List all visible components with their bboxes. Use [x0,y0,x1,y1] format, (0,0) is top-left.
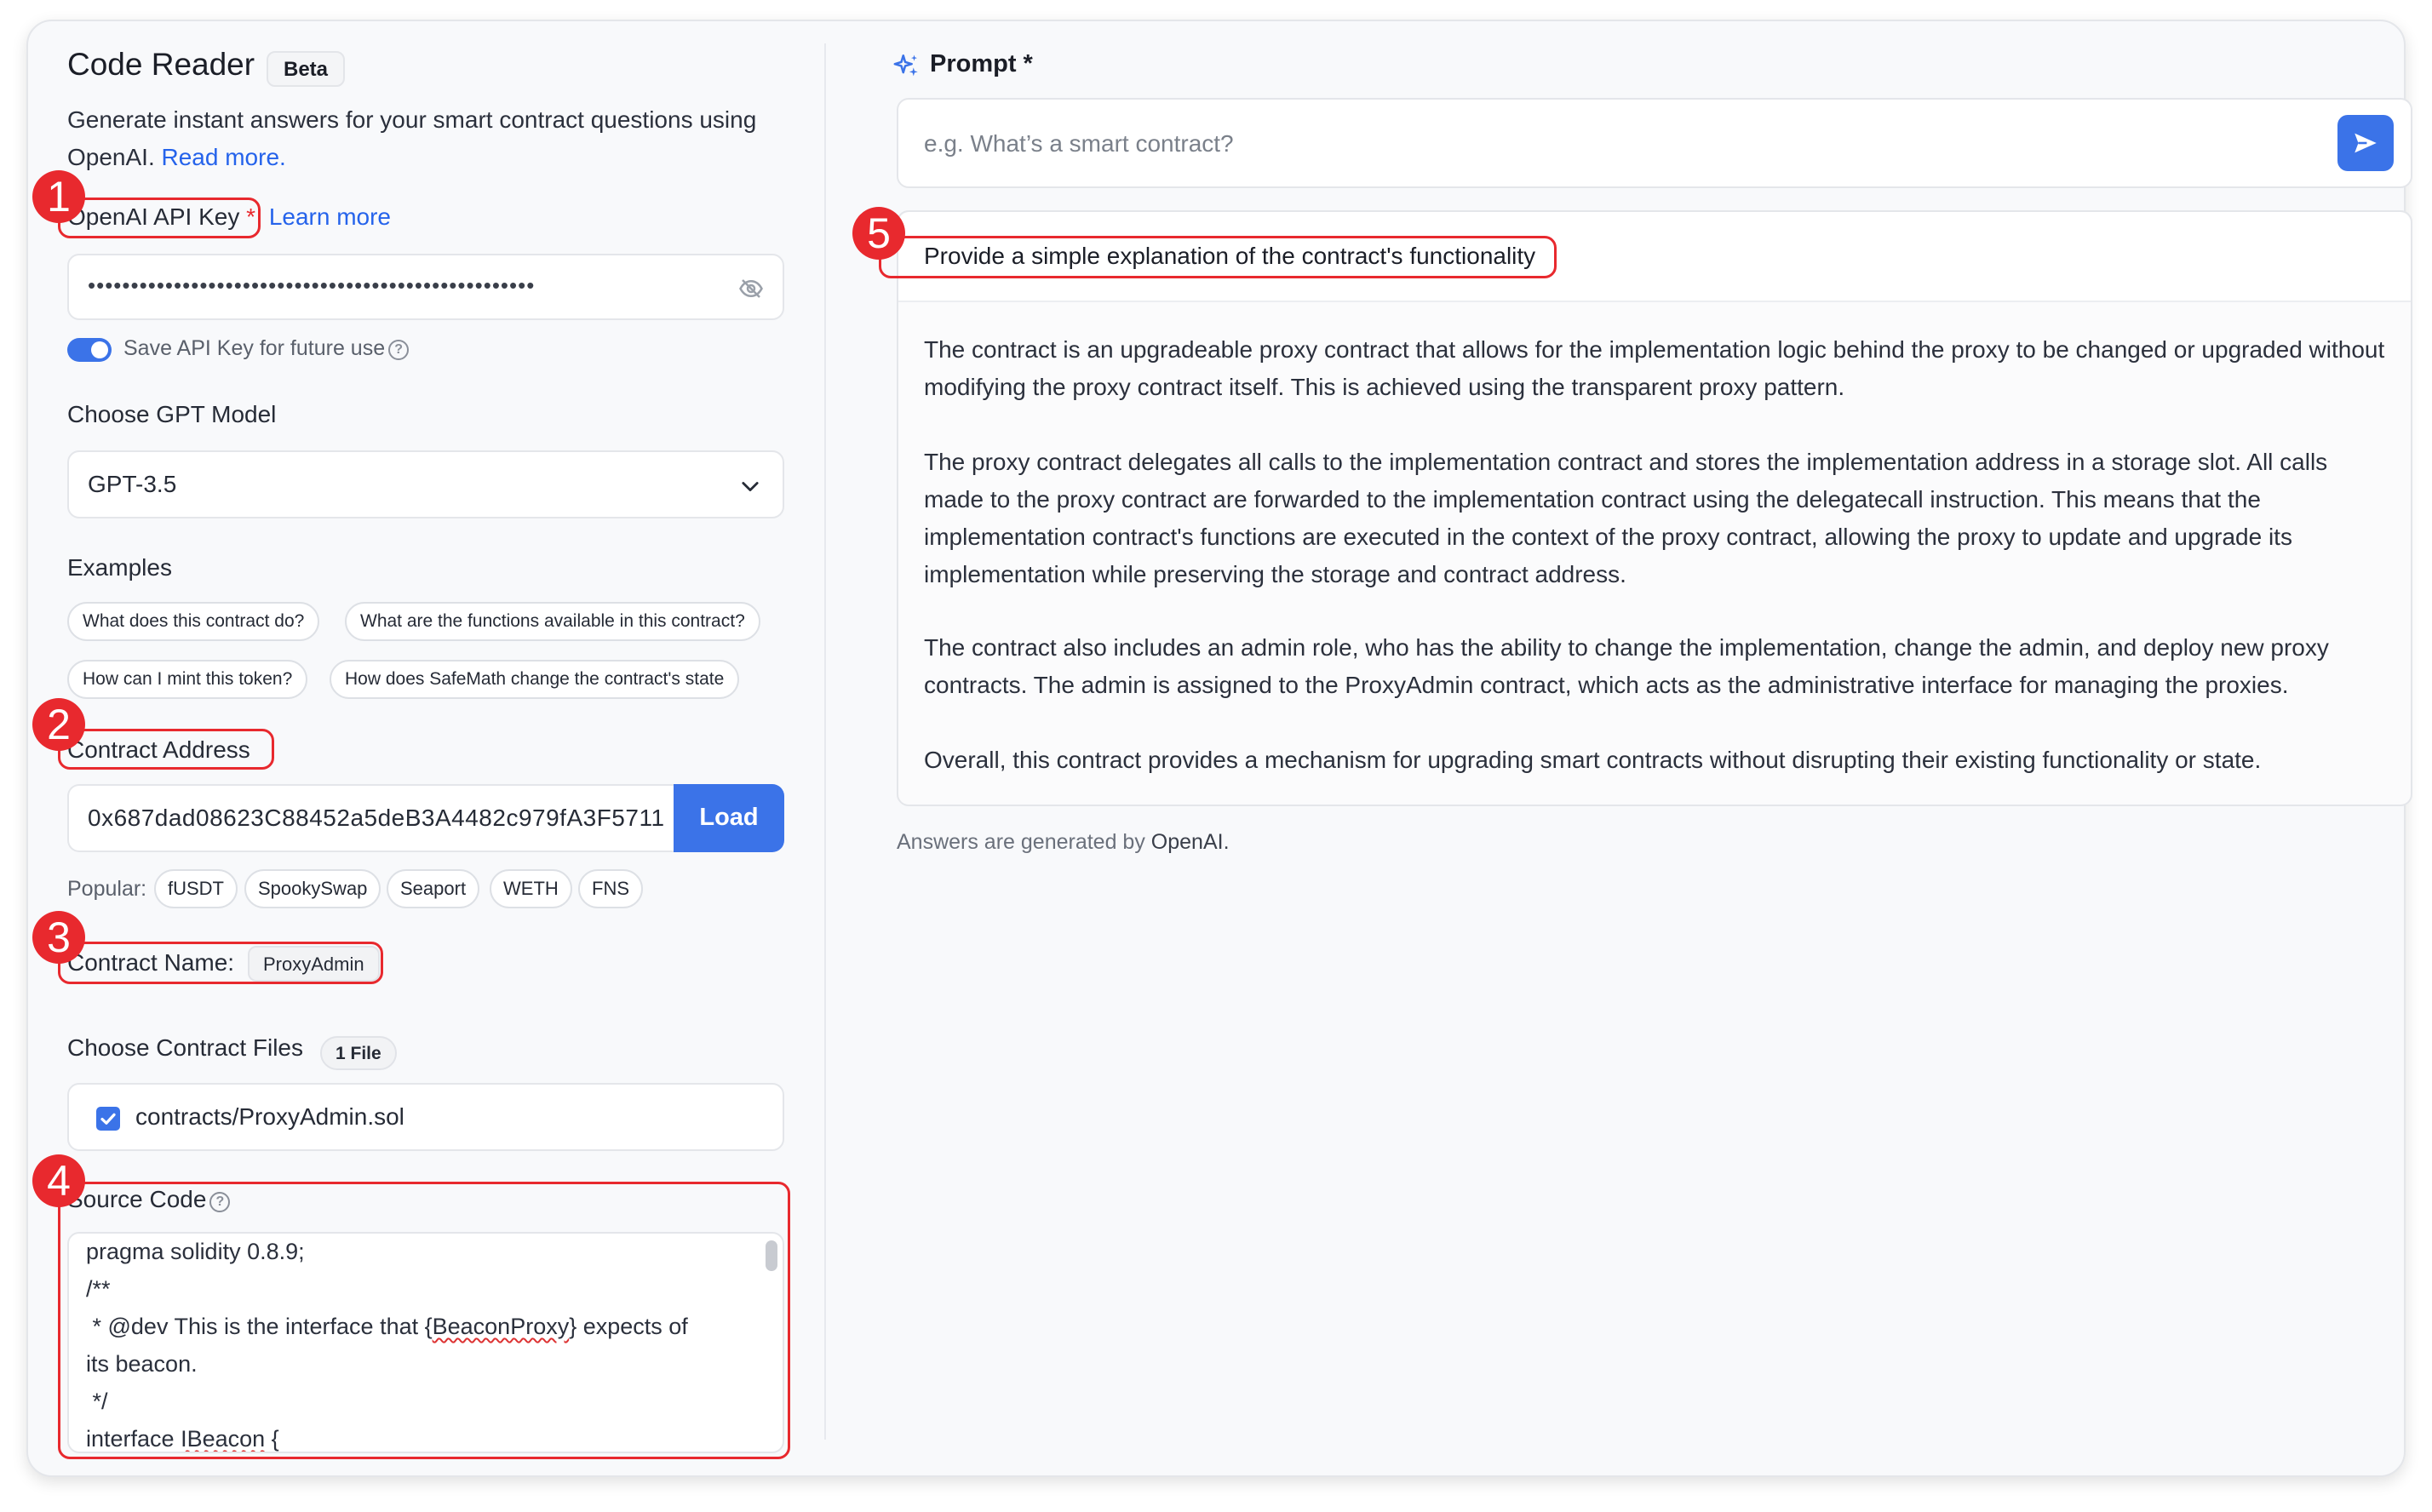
annotation-marker: 2 [32,698,85,751]
code-token: interface [86,1426,181,1452]
contract-address-label: Contract Address [67,736,250,763]
api-key-label: OpenAI API Key [67,203,240,230]
footer-text: Answers are generated by [897,830,1145,854]
code-line: /** [86,1276,111,1302]
beta-badge: Beta [267,51,346,87]
model-selected-value: GPT-3.5 [88,471,177,497]
chevron-down-icon [742,482,759,492]
source-code-label: Source Code [67,1186,207,1212]
contract-address-value: 0x687dad08623C88452a5deB3A4482c979fA3F57… [88,805,665,831]
source-code-label-row: Source Code? [67,1186,231,1213]
code-line: interface IBeacon { [86,1426,279,1452]
code-token: * @dev This is the interface that { [86,1314,433,1339]
send-button[interactable] [2337,115,2394,171]
app-subtitle: Generate instant answers for your smart … [67,101,800,176]
code-line: its beacon. [86,1351,198,1377]
app-window: Code Reader Beta Generate instant answer… [26,20,2412,1477]
answer-card: Provide a simple explanation of the cont… [897,210,2412,806]
code-scrollbar[interactable] [766,1240,777,1271]
contract-name-badge: ProxyAdmin [248,946,380,982]
send-icon [2355,133,2377,153]
answer-paragraph: The contract also includes an admin role… [924,634,2329,698]
answer-panel: Prompt * e.g. What’s a smart contract? P… [826,21,2412,1475]
eye-off-icon[interactable] [738,276,764,301]
code-token: IBeacon [181,1426,266,1452]
settings-panel: Code Reader Beta Generate instant answer… [28,21,825,1475]
code-line: * @dev This is the interface that {Beaco… [86,1314,688,1340]
answer-question: Provide a simple explanation of the cont… [924,243,1536,269]
file-item[interactable]: contracts/ProxyAdmin.sol [135,1103,404,1131]
files-label: Choose Contract Files [67,1034,304,1061]
prompt-label: Prompt * [930,50,1033,77]
help-icon[interactable]: ? [388,340,410,360]
code-token: BeaconProxy [432,1314,570,1339]
files-count-badge: 1 File [320,1036,397,1070]
save-api-key-toggle[interactable] [67,338,112,362]
example-chip[interactable]: How does SafeMath change the contract's … [330,660,740,699]
popular-chip[interactable]: FNS [578,869,643,908]
popular-label: Popular: [67,877,147,901]
help-icon[interactable]: ? [209,1192,231,1212]
app-title: Code Reader [67,47,255,82]
example-chip[interactable]: What are the functions available in this… [345,602,760,641]
answer-paragraph: The proxy contract delegates all calls t… [924,449,2328,587]
example-chip[interactable]: What does this contract do? [67,602,320,641]
contract-name-label: Contract Name: [67,949,235,976]
checkbox-checked-icon[interactable] [96,1107,120,1131]
prompt-input[interactable]: e.g. What’s a smart contract? [897,98,2412,188]
popular-chip[interactable]: WETH [490,869,572,908]
read-more-link[interactable]: Read more. [162,144,286,170]
contract-address-input[interactable]: 0x687dad08623C88452a5deB3A4482c979fA3F57… [67,784,674,852]
popular-chip[interactable]: SpookySwap [244,869,381,908]
source-code-editor[interactable]: pragma solidity 0.8.9; /** * @dev This i… [67,1232,784,1453]
popular-chip[interactable]: Seaport [387,869,480,908]
code-token: } expects of [569,1314,688,1339]
answer-paragraph: Overall, this contract provides a mechan… [924,747,2262,773]
answer-question-header: Provide a simple explanation of the cont… [898,212,2411,302]
save-api-key-label: Save API Key for future use [123,336,386,360]
api-key-value: ••••••••••••••••••••••••••••••••••••••••… [88,272,536,298]
popular-chip[interactable]: fUSDT [154,869,238,908]
learn-more-link[interactable]: Learn more [269,203,391,230]
model-label: Choose GPT Model [67,401,277,427]
api-key-label-row: OpenAI API Key * Learn more [67,203,391,231]
code-token: { [265,1426,279,1452]
api-key-input[interactable]: ••••••••••••••••••••••••••••••••••••••••… [67,254,784,320]
annotation-marker: 5 [852,207,905,260]
annotation-marker: 4 [32,1154,85,1207]
sparkle-icon [893,54,918,77]
annotation-marker: 1 [32,170,85,223]
code-line: pragma solidity 0.8.9; [86,1239,305,1264]
load-button[interactable]: Load [674,784,784,852]
annotation-marker: 3 [32,911,85,964]
answer-paragraph: The contract is an upgradeable proxy con… [924,336,2385,400]
examples-label: Examples [67,554,172,581]
required-mark: * [246,203,256,230]
footer-brand: OpenAI. [1150,830,1230,854]
model-select[interactable]: GPT-3.5 [67,450,784,518]
save-api-key-row: Save API Key for future use? [123,336,410,361]
file-list: contracts/ProxyAdmin.sol [67,1083,784,1151]
example-chip[interactable]: How can I mint this token? [67,660,308,699]
prompt-placeholder: e.g. What’s a smart contract? [924,130,1234,157]
answer-footer: Answers are generated by OpenAI. [897,830,1230,855]
code-line: */ [86,1389,108,1414]
